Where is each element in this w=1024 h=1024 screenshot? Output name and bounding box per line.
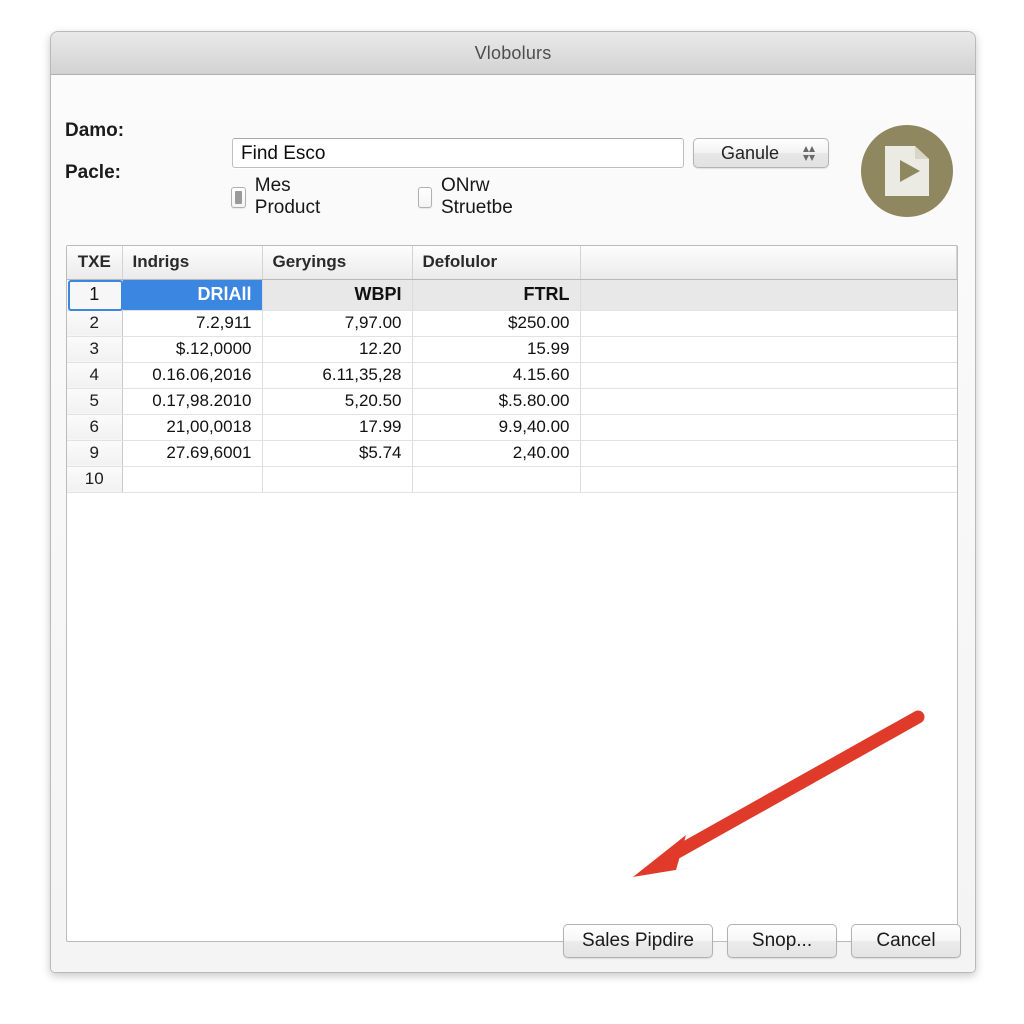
cell[interactable]: [580, 362, 957, 389]
cell[interactable]: 6.11,35,28: [262, 362, 413, 389]
place-label: Pacle:: [65, 162, 121, 183]
row-number[interactable]: 4: [67, 362, 123, 389]
checkbox-empty-icon[interactable]: [418, 186, 432, 208]
up-down-stepper-icon[interactable]: [796, 142, 822, 164]
cell[interactable]: 27.69,6001: [122, 440, 263, 467]
cell-selected[interactable]: DRlAll: [122, 279, 263, 311]
snop-button[interactable]: Snop...: [727, 924, 837, 958]
search-input[interactable]: Find Esco: [232, 138, 684, 168]
row-number[interactable]: 2: [67, 310, 123, 337]
cell[interactable]: 2,40.00: [412, 440, 581, 467]
cell[interactable]: WBPI: [262, 279, 413, 311]
row-number[interactable]: 9: [67, 440, 123, 467]
cell[interactable]: 15.99: [412, 336, 581, 363]
cell[interactable]: [580, 414, 957, 441]
checkbox-mixed-icon[interactable]: [231, 186, 246, 208]
screenshot-root: Vlobolurs Damo: Find Esco Ganule Pacle: …: [0, 0, 1024, 1024]
cell[interactable]: $.5.80.00: [412, 388, 581, 415]
cell[interactable]: [412, 466, 581, 493]
cell[interactable]: 0.16.06,2016: [122, 362, 263, 389]
cell[interactable]: $.12,0000: [122, 336, 263, 363]
cell[interactable]: $250.00: [412, 310, 581, 337]
dialog-footer: Sales Pipdire Snop... Cancel: [563, 924, 961, 958]
cell[interactable]: [580, 310, 957, 337]
cell[interactable]: FTRL: [412, 279, 581, 311]
cell[interactable]: 0.17,98.2010: [122, 388, 263, 415]
cell[interactable]: [580, 466, 957, 493]
cell[interactable]: 12.20: [262, 336, 413, 363]
data-grid[interactable]: TXE Indrigs Geryings Defolulor 1 DRlAll …: [66, 245, 958, 942]
table-row[interactable]: 6 21,00,0018 17.99 9.9,40.00: [67, 414, 957, 441]
cell[interactable]: [580, 279, 957, 311]
window-titlebar[interactable]: Vlobolurs: [51, 32, 975, 75]
dialog-body: Damo: Find Esco Ganule Pacle: Mes Produc…: [51, 75, 975, 972]
table-row[interactable]: 2 7.2,911 7,97.00 $250.00: [67, 310, 957, 337]
column-header-row: TXE Indrigs Geryings Defolulor: [67, 246, 957, 280]
checkbox-onrw-struetbe[interactable]: ONrw Struetbe: [418, 175, 520, 219]
cell[interactable]: 17.99: [262, 414, 413, 441]
cell[interactable]: 21,00,0018: [122, 414, 263, 441]
table-row[interactable]: 9 27.69,6001 $5.74 2,40.00: [67, 440, 957, 467]
grid-table: TXE Indrigs Geryings Defolulor 1 DRlAll …: [67, 246, 957, 493]
row-number[interactable]: 10: [67, 466, 123, 493]
table-row[interactable]: 3 $.12,0000 12.20 15.99: [67, 336, 957, 363]
cell[interactable]: [580, 440, 957, 467]
cell[interactable]: 9.9,40.00: [412, 414, 581, 441]
dialog-window: Vlobolurs Damo: Find Esco Ganule Pacle: …: [50, 31, 976, 973]
form-section: Damo: Find Esco Ganule Pacle: Mes Produc…: [51, 75, 975, 218]
table-row[interactable]: 4 0.16.06,2016 6.11,35,28 4.15.60: [67, 362, 957, 389]
cell[interactable]: 7,97.00: [262, 310, 413, 337]
row-number[interactable]: 1: [67, 279, 123, 311]
cell[interactable]: [122, 466, 263, 493]
cell[interactable]: 7.2,911: [122, 310, 263, 337]
cell[interactable]: [580, 388, 957, 415]
column-header-indrigs[interactable]: Indrigs: [122, 246, 263, 280]
granule-stepper-button[interactable]: Ganule: [693, 138, 829, 168]
column-header-geryings[interactable]: Geryings: [262, 246, 413, 280]
document-play-icon[interactable]: [861, 125, 953, 217]
cell[interactable]: [262, 466, 413, 493]
checkbox-mes-product-label: Mes Product: [254, 175, 321, 218]
column-header-defolulor[interactable]: Defolulor: [412, 246, 581, 280]
checkbox-mes-product[interactable]: Mes Product: [231, 175, 326, 219]
table-row[interactable]: 1 DRlAll WBPI FTRL: [67, 279, 957, 311]
window-title: Vlobolurs: [474, 42, 552, 63]
cell[interactable]: 5,20.50: [262, 388, 413, 415]
row-number[interactable]: 3: [67, 336, 123, 363]
table-row[interactable]: 5 0.17,98.2010 5,20.50 $.5.80.00: [67, 388, 957, 415]
table-row[interactable]: 10: [67, 466, 957, 493]
column-header-txe[interactable]: TXE: [67, 246, 123, 280]
row-number[interactable]: 5: [67, 388, 123, 415]
column-header-empty[interactable]: [580, 246, 957, 280]
row-number[interactable]: 6: [67, 414, 123, 441]
checkbox-onrw-struetbe-label: ONrw Struetbe: [440, 175, 513, 218]
cell[interactable]: 4.15.60: [412, 362, 581, 389]
cancel-button[interactable]: Cancel: [851, 924, 961, 958]
sales-pipdire-button[interactable]: Sales Pipdire: [563, 924, 713, 958]
name-label: Damo:: [65, 120, 125, 141]
grid-body: 1 DRlAll WBPI FTRL 2 7.2,911 7,97.00 $25…: [67, 279, 957, 493]
cell[interactable]: [580, 336, 957, 363]
cell[interactable]: $5.74: [262, 440, 413, 467]
granule-button-label: Ganule: [720, 142, 780, 163]
grid-head: TXE Indrigs Geryings Defolulor: [67, 246, 957, 280]
